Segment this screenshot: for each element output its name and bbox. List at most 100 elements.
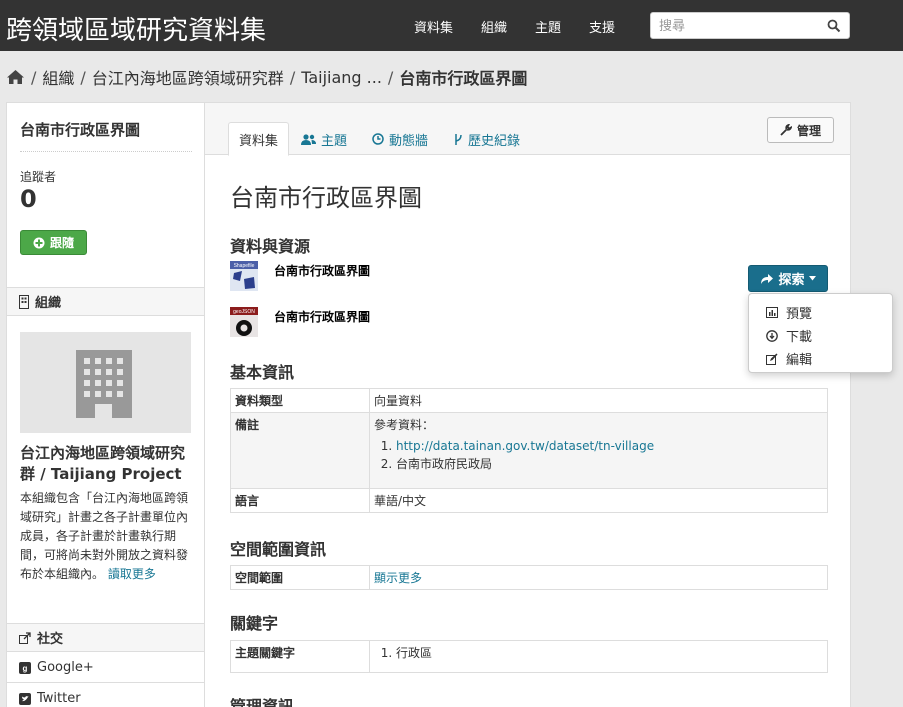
clock-icon xyxy=(372,133,384,145)
menu-item-download[interactable]: 下載 xyxy=(749,324,892,347)
tab-label: 資料集 xyxy=(239,133,279,149)
list-item: http://data.tainan.gov.tw/dataset/tn-vil… xyxy=(396,437,823,455)
caret-down-icon xyxy=(808,276,816,281)
menu-item-label: 編輯 xyxy=(786,353,813,368)
keywords-table: 主題關鍵字 行政區 xyxy=(230,640,828,673)
explore-dropdown-menu: 預覽 下載 編輯 xyxy=(748,293,893,373)
table-row: 主題關鍵字 行政區 xyxy=(230,640,828,673)
googleplus-icon: g xyxy=(19,661,31,674)
building-icon xyxy=(19,294,29,309)
search-icon[interactable] xyxy=(827,19,841,33)
menu-item-edit[interactable]: 編輯 xyxy=(749,347,892,370)
svg-text:geoJSON: geoJSON xyxy=(233,309,255,315)
main-content: 資料集 主題 動態牆 歷史紀錄 管理 台南市行政區界圖 資料與資源 Shapef… xyxy=(204,102,851,707)
tab-history[interactable]: 歷史紀錄 xyxy=(444,122,530,156)
table-key: 語言 xyxy=(230,488,370,513)
social-link-googleplus[interactable]: g Google+ xyxy=(7,653,204,683)
reference-link[interactable]: http://data.tainan.gov.tw/dataset/tn-vil… xyxy=(396,439,654,453)
social-link-label: Google+ xyxy=(37,660,94,675)
tab-dataset[interactable]: 資料集 xyxy=(228,122,290,156)
manage-button[interactable]: 管理 xyxy=(767,117,834,143)
share-icon xyxy=(19,631,31,644)
social-link-label: Twitter xyxy=(37,691,81,706)
tab-groups[interactable]: 主題 xyxy=(291,122,357,156)
basic-info-heading: 基本資訊 xyxy=(230,363,295,382)
social-section-header: 社交 xyxy=(7,623,204,652)
tab-bar: 資料集 主題 動態牆 歷史紀錄 管理 xyxy=(205,103,850,156)
organization-description: 本組織包含「台江內海地區跨領域研究」計畫之各子計畫單位內成員，各子計畫於計畫執行… xyxy=(20,489,192,584)
masthead: 跨領域區域研究資料集 資料集 組織 主題 支援 xyxy=(0,0,903,51)
organization-name[interactable]: 台江內海地區跨領域研究群 / Taijiang Project xyxy=(20,443,195,485)
site-title[interactable]: 跨領域區域研究資料集 xyxy=(6,10,266,47)
explore-button-label: 探索 xyxy=(778,273,805,288)
breadcrumb-separator: / xyxy=(387,67,394,87)
followers-count: 0 xyxy=(20,185,37,213)
branch-icon xyxy=(455,133,462,145)
nav-datasets[interactable]: 資料集 xyxy=(414,17,453,36)
menu-item-label: 預覽 xyxy=(786,307,813,322)
explore-button[interactable]: 探索 xyxy=(748,265,828,292)
resources-heading: 資料與資源 xyxy=(230,237,311,256)
table-row: 備註 參考資料： http://data.tainan.gov.tw/datas… xyxy=(230,412,828,489)
menu-item-preview[interactable]: 預覽 xyxy=(749,301,892,324)
search-input[interactable] xyxy=(659,17,819,35)
social-section-label: 社交 xyxy=(37,632,64,647)
tab-label: 動態牆 xyxy=(389,133,429,149)
list-item[interactable]: 行政區 xyxy=(396,644,823,662)
basic-info-table: 資料類型 向量資料 備註 參考資料： http://data.tainan.go… xyxy=(230,388,828,513)
breadcrumb-project[interactable]: Taijiang ... xyxy=(301,68,382,87)
resource-name[interactable]: 台南市行政區界圖 xyxy=(274,308,370,325)
sidebar: 台南市行政區界圖 追蹤者 0 跟隨 組織 台江內海地區跨領域研究群 / Taij… xyxy=(6,102,204,707)
resource-item[interactable]: Shapefile 台南市行政區界圖 xyxy=(230,261,430,293)
table-row: 空間範圍 顯示更多 xyxy=(230,565,828,590)
show-more-link[interactable]: 顯示更多 xyxy=(374,571,422,585)
bar-chart-icon xyxy=(766,307,778,318)
breadcrumb-organization[interactable]: 台江內海地區跨領域研究群 xyxy=(92,65,284,89)
share-arrow-icon xyxy=(761,273,774,284)
resource-item[interactable]: geoJSON 台南市行政區界圖 xyxy=(230,307,430,339)
table-row: 資料類型 向量資料 xyxy=(230,388,828,413)
keywords-heading: 關鍵字 xyxy=(230,614,279,633)
table-key: 資料類型 xyxy=(230,388,370,413)
download-icon xyxy=(766,329,778,342)
organization-section-label: 組織 xyxy=(35,296,62,311)
table-value: 向量資料 xyxy=(369,388,828,413)
followers-label: 追蹤者 xyxy=(20,170,57,184)
nav-groups[interactable]: 主題 xyxy=(535,17,561,36)
nav-support[interactable]: 支援 xyxy=(589,17,615,36)
tab-activity[interactable]: 動態牆 xyxy=(362,122,438,156)
divider xyxy=(20,151,192,152)
menu-item-label: 下載 xyxy=(786,330,813,345)
social-link-twitter[interactable]: Twitter xyxy=(7,684,204,707)
breadcrumb-current[interactable]: 台南市行政區界圖 xyxy=(399,65,527,89)
manage-button-label: 管理 xyxy=(796,123,821,138)
edit-icon xyxy=(766,353,778,365)
spatial-heading: 空間範圍資訊 xyxy=(230,540,327,559)
spatial-table: 空間範圍 顯示更多 xyxy=(230,565,828,590)
search-box xyxy=(650,12,850,39)
note-list: http://data.tainan.gov.tw/dataset/tn-vil… xyxy=(374,437,823,473)
geojson-icon: geoJSON xyxy=(230,307,258,337)
breadcrumb-separator: / xyxy=(80,67,86,87)
home-icon[interactable] xyxy=(6,69,25,85)
table-key: 備註 xyxy=(230,412,370,489)
table-key: 空間範圍 xyxy=(230,565,370,590)
shapefile-icon: Shapefile xyxy=(230,261,258,291)
organization-image[interactable] xyxy=(20,332,191,433)
tab-label: 主題 xyxy=(321,133,348,149)
svg-text:Shapefile: Shapefile xyxy=(234,263,255,269)
organization-description-text: 本組織包含「台江內海地區跨領域研究」計畫之各子計畫單位內成員，各子計畫於計畫執行… xyxy=(20,491,189,581)
svg-text:g: g xyxy=(23,664,28,673)
building-placeholder-icon xyxy=(76,350,132,418)
read-more-link[interactable]: 讀取更多 xyxy=(108,567,156,581)
table-key: 主題關鍵字 xyxy=(230,640,370,673)
admin-heading: 管理資訊 xyxy=(230,697,295,707)
table-value: 顯示更多 xyxy=(369,565,828,590)
resource-name[interactable]: 台南市行政區界圖 xyxy=(274,262,370,279)
tab-label: 歷史紀錄 xyxy=(468,133,521,149)
follow-button[interactable]: 跟隨 xyxy=(20,230,87,255)
plus-circle-icon xyxy=(33,237,45,248)
nav-organizations[interactable]: 組織 xyxy=(481,17,507,36)
breadcrumb-organizations[interactable]: 組織 xyxy=(42,65,74,89)
table-value: 參考資料： http://data.tainan.gov.tw/dataset/… xyxy=(369,412,828,489)
